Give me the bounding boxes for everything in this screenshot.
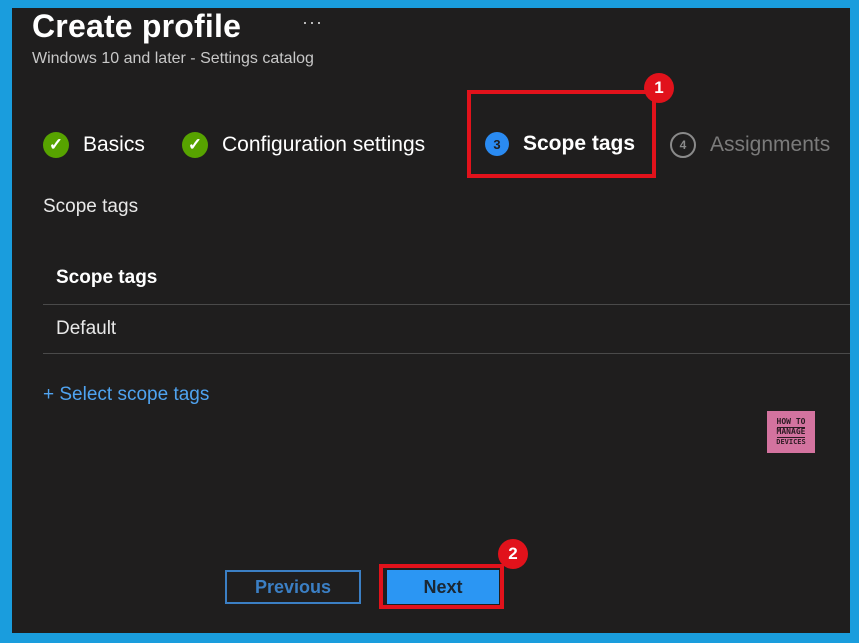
highlight-box-next bbox=[379, 564, 504, 609]
check-icon: ✓ bbox=[182, 132, 208, 158]
step-label: Basics bbox=[83, 133, 145, 156]
section-label: Scope tags bbox=[43, 196, 139, 217]
more-options-icon[interactable]: ··· bbox=[302, 12, 323, 33]
callout-badge-2: 2 bbox=[498, 539, 528, 569]
step-assignments[interactable]: 4 Assignments bbox=[670, 132, 830, 158]
step-label: Configuration settings bbox=[222, 133, 426, 156]
brand-logo: HOW TO MANAGE DEVICES bbox=[767, 411, 815, 453]
step-configuration-settings[interactable]: ✓ Configuration settings bbox=[182, 132, 425, 158]
check-icon: ✓ bbox=[43, 132, 69, 158]
callout-badge-1: 1 bbox=[644, 73, 674, 103]
highlight-box-scope-tags bbox=[467, 90, 656, 178]
step-basics[interactable]: ✓ Basics bbox=[43, 132, 145, 158]
step-label: Assignments bbox=[710, 133, 831, 156]
table-header: Scope tags bbox=[43, 253, 850, 305]
select-scope-tags-link[interactable]: + Select scope tags bbox=[43, 384, 209, 406]
create-profile-panel: Create profile ··· Windows 10 and later … bbox=[12, 8, 850, 633]
step-number-icon: 4 bbox=[670, 132, 696, 158]
page-title: Create profile bbox=[32, 8, 242, 44]
page-subtitle: Windows 10 and later - Settings catalog bbox=[32, 50, 314, 67]
table-cell: Default bbox=[56, 318, 117, 339]
table-row: Default bbox=[43, 305, 850, 354]
previous-button[interactable]: Previous bbox=[225, 570, 361, 604]
column-header-scope-tags: Scope tags bbox=[56, 267, 158, 288]
